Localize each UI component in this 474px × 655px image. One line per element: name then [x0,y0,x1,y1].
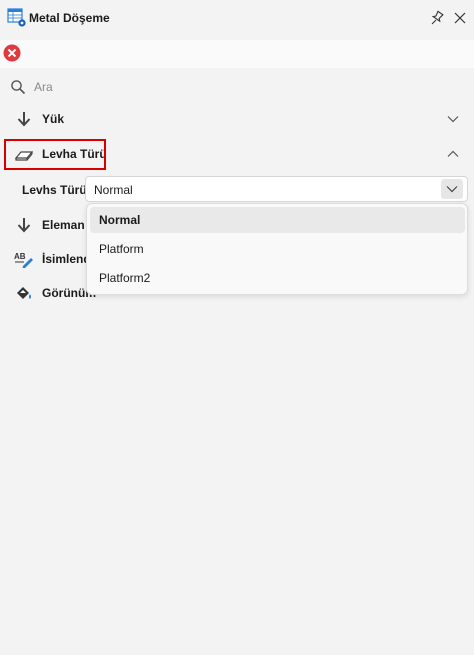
svg-text:AB: AB [14,252,26,261]
levha-turu-dropdown-list: Normal Platform Platform2 [86,203,468,295]
levha-turu-row: Levhs Türü Normal [0,176,474,204]
table-gear-icon [7,8,26,27]
section-levha-turu[interactable]: Levha Türü [0,139,474,169]
combobox-dropdown-button[interactable] [441,179,463,199]
section-label: İsimlend [42,252,91,266]
section-label: Eleman [42,218,85,232]
search-bar [0,74,474,100]
search-input[interactable] [32,77,456,97]
section-yuk[interactable]: Yük [0,104,474,134]
window-title: Metal Döşeme [29,11,110,25]
dropdown-option-platform2[interactable]: Platform2 [90,265,465,291]
dropdown-option-normal[interactable]: Normal [90,207,465,233]
close-icon[interactable] [451,9,469,27]
dropdown-option-platform[interactable]: Platform [90,236,465,262]
search-icon [11,80,26,95]
chevron-up-icon[interactable] [446,147,460,161]
chevron-down-icon [446,186,458,193]
section-label: Yük [42,112,65,126]
arrow-down-icon [17,112,31,127]
close-circle-icon[interactable] [3,44,21,62]
pin-icon[interactable] [428,9,446,27]
levha-turu-label: Levhs Türü [22,183,87,197]
section-label: Levha Türü [42,147,107,161]
paint-bucket-icon [17,287,31,299]
levha-turu-combobox[interactable]: Normal [85,176,468,202]
plate-icon [14,151,34,161]
combobox-value: Normal [94,183,133,197]
chevron-down-icon[interactable] [446,112,460,126]
title-bar: Metal Döşeme [0,0,474,38]
toolbar [0,40,474,68]
abc-pencil-icon: AB [14,252,33,268]
arrow-down-icon [17,218,31,233]
